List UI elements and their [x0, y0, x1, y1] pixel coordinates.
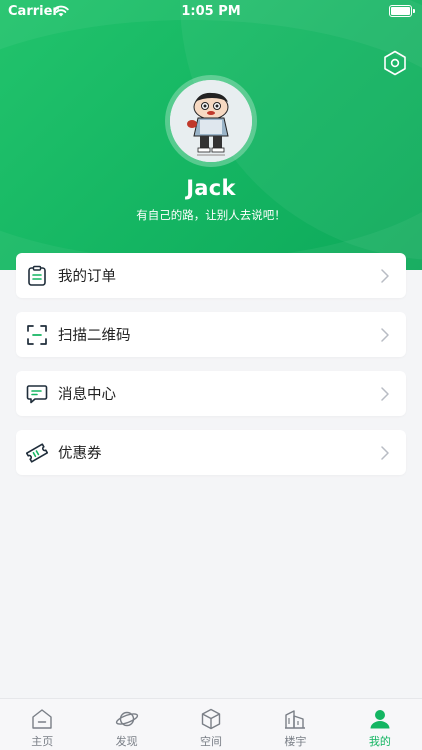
cube-icon — [201, 708, 221, 730]
message-icon — [26, 384, 48, 403]
status-bar: Carrier 1:05 PM — [0, 0, 422, 24]
menu-item-label: 优惠券 — [58, 446, 102, 462]
avatar-frame[interactable] — [165, 75, 257, 167]
chevron-right-icon — [381, 269, 389, 283]
order-list-icon — [28, 265, 46, 286]
tab-space[interactable]: 空间 — [169, 699, 253, 750]
home-icon — [32, 709, 52, 729]
coupon-icon — [26, 442, 48, 463]
tab-label: 空间 — [200, 735, 223, 748]
profile-screen: Carrier 1:05 PM Jack 有自己的路，让别人去说吧！ 我的订单 … — [0, 0, 422, 750]
chevron-right-icon — [381, 387, 389, 401]
person-icon — [370, 710, 390, 729]
clock: 1:05 PM — [181, 4, 241, 19]
chevron-right-icon — [381, 446, 389, 460]
tab-label: 主页 — [31, 735, 54, 748]
scan-icon — [27, 324, 47, 345]
avatar-cartoon-icon — [170, 80, 252, 162]
planet-icon — [115, 711, 138, 727]
menu-item-label: 消息中心 — [58, 387, 116, 403]
user-motto: 有自己的路，让别人去说吧！ — [136, 208, 286, 222]
avatar[interactable] — [170, 80, 252, 162]
chevron-right-icon — [381, 328, 389, 342]
settings-icon[interactable] — [382, 50, 408, 76]
menu-item-messages[interactable]: 消息中心 — [16, 371, 406, 416]
tab-buildings[interactable]: 楼宇 — [253, 699, 337, 750]
menu-item-label: 我的订单 — [58, 269, 116, 285]
tab-discover[interactable]: 发现 — [84, 699, 168, 750]
profile-menu: 我的订单 扫描二维码 消息中心 优惠券 — [16, 253, 406, 489]
tab-bar: 主页 发现 空间 楼宇 我的 — [0, 698, 422, 750]
menu-item-coupons[interactable]: 优惠券 — [16, 430, 406, 475]
tab-label: 我的 — [368, 735, 391, 748]
tab-label: 发现 — [115, 735, 138, 748]
building-icon — [285, 710, 306, 729]
menu-item-orders[interactable]: 我的订单 — [16, 253, 406, 298]
tab-mine[interactable]: 我的 — [338, 699, 422, 750]
user-name: Jack — [186, 176, 236, 200]
menu-item-scan[interactable]: 扫描二维码 — [16, 312, 406, 357]
tab-home[interactable]: 主页 — [0, 699, 84, 750]
menu-item-label: 扫描二维码 — [58, 328, 131, 344]
tab-label: 楼宇 — [284, 735, 307, 748]
battery-icon — [389, 5, 415, 17]
